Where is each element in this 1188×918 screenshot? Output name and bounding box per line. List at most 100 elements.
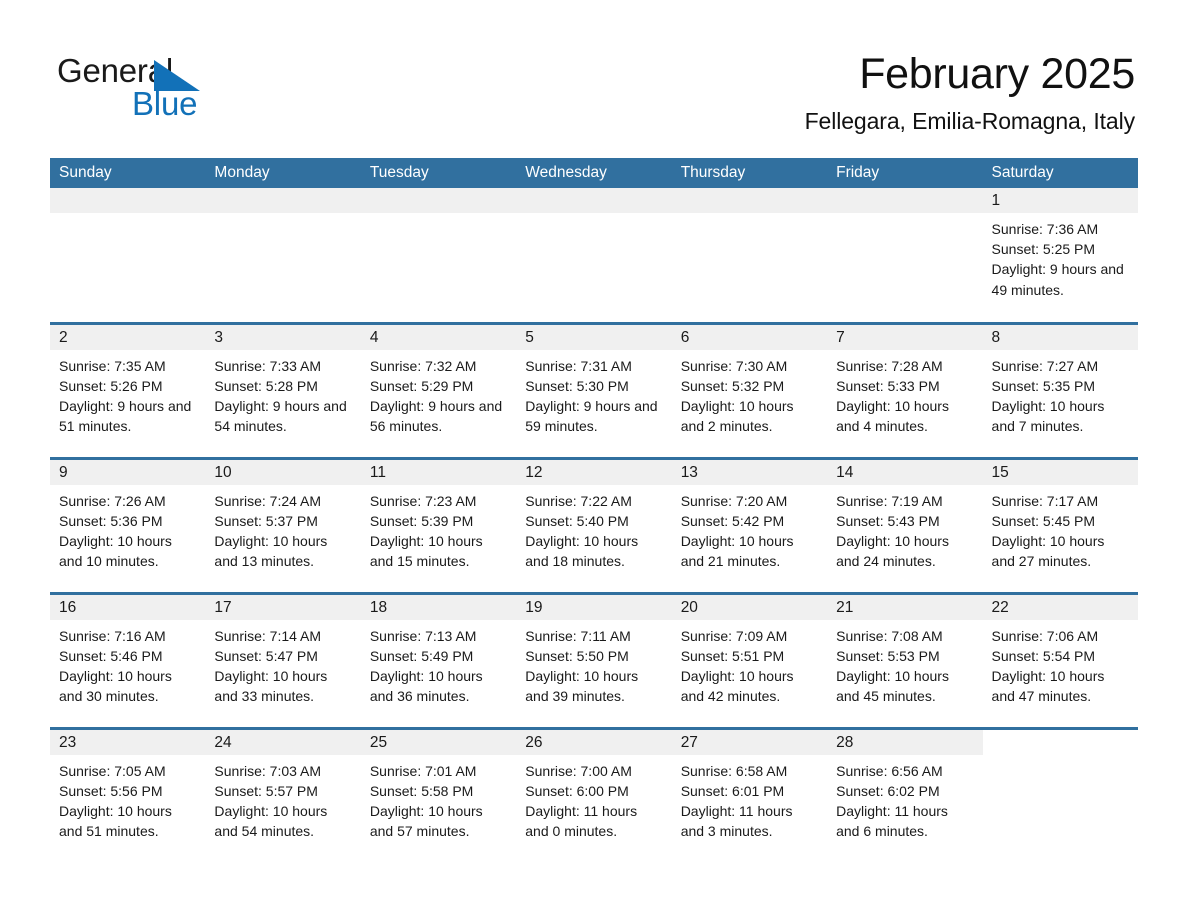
day-details: Sunrise: 7:08 AM Sunset: 5:53 PM Daylight:… — [827, 620, 982, 707]
daylight-text: Daylight: 10 hours and 57 minutes. — [369, 802, 483, 840]
sunrise-text: Sunrise: 7:13 AM — [369, 627, 477, 644]
day-details: Sunrise: 7:09 AM Sunset: 5:51 PM Daylight:… — [672, 620, 827, 707]
daylight-text: Daylight: 9 hours and 59 minutes. — [525, 397, 658, 435]
calendar-day-cell[interactable]: 7 Sunrise: 7:28 AM Sunset: 5:33 PM Daylight… — [827, 324, 983, 457]
sunrise-text: Sunrise: 7:09 AM — [680, 627, 788, 644]
day-number — [671, 188, 828, 213]
day-details: Sunrise: 7:13 AM Sunset: 5:49 PM Daylight:… — [361, 620, 516, 707]
day-number: 5 — [516, 324, 672, 350]
daylight-text: Daylight: 11 hours and 0 minutes. — [525, 802, 638, 840]
sunset-text: Sunset: 5:47 PM — [214, 647, 318, 664]
weekday-header-friday: Friday — [827, 158, 983, 188]
sunset-text: Sunset: 5:56 PM — [59, 782, 163, 799]
daylight-text: Daylight: 10 hours and 13 minutes. — [214, 532, 328, 570]
calendar-day-cell[interactable]: 18 Sunrise: 7:13 AM Sunset: 5:49 PM Dayligh… — [360, 594, 517, 727]
calendar-day-cell[interactable]: 23 Sunrise: 7:05 AM Sunset: 5:56 PM Dayligh… — [50, 729, 206, 864]
calendar-day-cell[interactable]: 2 Sunrise: 7:35 AM Sunset: 5:26 PM Daylight… — [50, 324, 206, 457]
day-details: Sunrise: 7:20 AM Sunset: 5:42 PM Daylight:… — [672, 485, 827, 572]
day-details: Sunrise: 7:17 AM Sunset: 5:45 PM Daylight:… — [983, 485, 1138, 572]
calendar-day-cell[interactable]: 5 Sunrise: 7:31 AM Sunset: 5:30 PM Daylight… — [516, 324, 672, 457]
calendar-day-cell[interactable]: 21 Sunrise: 7:08 AM Sunset: 5:53 PM Dayligh… — [827, 594, 983, 727]
calendar-day-cell[interactable]: 16 Sunrise: 7:16 AM Sunset: 5:46 PM Dayligh… — [50, 594, 206, 727]
calendar-day-cell[interactable]: 17 Sunrise: 7:14 AM Sunset: 5:47 PM Dayligh… — [205, 594, 361, 727]
day-details: Sunrise: 7:32 AM Sunset: 5:29 PM Daylight:… — [361, 350, 516, 437]
daylight-text: Daylight: 10 hours and 10 minutes. — [59, 532, 172, 570]
day-details: Sunrise: 7:06 AM Sunset: 5:54 PM Daylight:… — [983, 620, 1138, 707]
calendar-day-cell[interactable]: 19 Sunrise: 7:11 AM Sunset: 5:50 PM Dayligh… — [516, 594, 672, 727]
day-details: Sunrise: 7:33 AM Sunset: 5:28 PM Daylight:… — [205, 350, 360, 437]
day-details: Sunrise: 7:36 AM Sunset: 5:25 PM Daylight:… — [983, 213, 1138, 300]
calendar-day-cell[interactable]: 28 Sunrise: 6:56 AM Sunset: 6:02 PM Dayligh… — [827, 729, 983, 864]
daylight-text: Daylight: 9 hours and 49 minutes. — [991, 261, 1124, 298]
daylight-text: Daylight: 10 hours and 21 minutes. — [680, 532, 794, 570]
daylight-text: Daylight: 10 hours and 33 minutes. — [214, 667, 328, 705]
sunrise-text: Sunrise: 7:20 AM — [680, 492, 788, 509]
calendar-day-cell[interactable]: 15 Sunrise: 7:17 AM Sunset: 5:45 PM Dayligh… — [982, 459, 1138, 592]
day-number: 12 — [516, 459, 672, 485]
day-details: Sunrise: 7:28 AM Sunset: 5:33 PM Daylight:… — [827, 350, 982, 437]
day-number: 16 — [50, 594, 206, 620]
weekday-header-row: Sunday Monday Tuesday Wednesday Thursday… — [50, 158, 1138, 188]
calendar-day-cell[interactable]: 6 Sunrise: 7:30 AM Sunset: 5:32 PM Daylight… — [671, 324, 828, 457]
calendar-day-cell[interactable]: 12 Sunrise: 7:22 AM Sunset: 5:40 PM Dayligh… — [516, 459, 672, 592]
sunset-text: Sunset: 5:53 PM — [836, 647, 940, 664]
calendar-table: Sunday Monday Tuesday Wednesday Thursday… — [50, 158, 1138, 863]
sunrise-text: Sunrise: 7:06 AM — [991, 627, 1099, 644]
sunrise-text: Sunrise: 7:16 AM — [59, 627, 166, 644]
day-number: 7 — [827, 324, 983, 350]
calendar-day-cell[interactable]: 1 Sunrise: 7:36 AM Sunset: 5:25 PM Daylight… — [982, 188, 1138, 322]
calendar-day-cell[interactable]: 9 Sunrise: 7:26 AM Sunset: 5:36 PM Daylight… — [50, 459, 206, 592]
day-number: 18 — [360, 594, 517, 620]
day-number — [50, 188, 206, 213]
day-details: Sunrise: 6:58 AM Sunset: 6:01 PM Daylight:… — [672, 755, 827, 842]
sunrise-text: Sunrise: 7:11 AM — [525, 627, 631, 644]
day-details: Sunrise: 7:14 AM Sunset: 5:47 PM Daylight:… — [205, 620, 360, 707]
calendar-day-cell[interactable]: 4 Sunrise: 7:32 AM Sunset: 5:29 PM Daylight… — [360, 324, 517, 457]
daylight-text: Daylight: 10 hours and 54 minutes. — [214, 802, 328, 840]
day-number: 26 — [516, 729, 672, 755]
calendar-day-cell[interactable]: 11 Sunrise: 7:23 AM Sunset: 5:39 PM Dayligh… — [360, 459, 517, 592]
sunset-text: Sunset: 6:01 PM — [680, 782, 785, 799]
calendar-day-cell[interactable]: 25 Sunrise: 7:01 AM Sunset: 5:58 PM Dayligh… — [360, 729, 517, 864]
sunrise-text: Sunrise: 7:30 AM — [680, 357, 788, 374]
calendar-day-cell[interactable]: 26 Sunrise: 7:00 AM Sunset: 6:00 PM Dayligh… — [516, 729, 672, 864]
page-subtitle: Fellegara, Emilia-Romagna, Italy — [804, 108, 1136, 134]
day-details: Sunrise: 7:24 AM Sunset: 5:37 PM Daylight:… — [205, 485, 360, 572]
sunset-text: Sunset: 5:42 PM — [680, 512, 785, 529]
day-details: Sunrise: 7:30 AM Sunset: 5:32 PM Daylight:… — [672, 350, 827, 437]
daylight-text: Daylight: 10 hours and 27 minutes. — [991, 532, 1105, 570]
sunrise-text: Sunrise: 6:56 AM — [836, 762, 943, 779]
day-details: Sunrise: 7:00 AM Sunset: 6:00 PM Daylight:… — [516, 755, 671, 842]
calendar-day-cell[interactable]: 10 Sunrise: 7:24 AM Sunset: 5:37 PM Dayligh… — [205, 459, 361, 592]
sunrise-text: Sunrise: 7:28 AM — [836, 357, 943, 374]
calendar-week-row: 16 Sunrise: 7:16 AM Sunset: 5:46 PM Dayligh… — [50, 591, 1138, 728]
day-details: Sunrise: 6:56 AM Sunset: 6:02 PM Daylight:… — [827, 755, 982, 842]
calendar-day-cell-empty — [671, 188, 828, 322]
daylight-text: Daylight: 9 hours and 56 minutes. — [369, 397, 503, 435]
calendar-week-row: 9 Sunrise: 7:26 AM Sunset: 5:36 PM Daylight… — [50, 456, 1138, 593]
sunrise-text: Sunrise: 7:33 AM — [214, 357, 322, 374]
sunrise-text: Sunrise: 7:35 AM — [59, 357, 166, 374]
calendar-week-row: 23 Sunrise: 7:05 AM Sunset: 5:56 PM Dayligh… — [50, 726, 1138, 864]
calendar-day-cell[interactable]: 20 Sunrise: 7:09 AM Sunset: 5:51 PM Dayligh… — [671, 594, 828, 727]
day-number: 4 — [360, 324, 517, 350]
sunset-text: Sunset: 5:36 PM — [59, 512, 163, 529]
calendar-day-cell[interactable]: 13 Sunrise: 7:20 AM Sunset: 5:42 PM Dayligh… — [671, 459, 828, 592]
calendar-day-cell[interactable]: 8 Sunrise: 7:27 AM Sunset: 5:35 PM Daylight… — [982, 324, 1138, 457]
day-number: 2 — [50, 324, 206, 350]
daylight-text: Daylight: 9 hours and 54 minutes. — [214, 397, 347, 435]
sunrise-text: Sunrise: 7:22 AM — [525, 492, 632, 509]
calendar-day-cell-empty — [982, 729, 1138, 864]
calendar-day-cell[interactable]: 14 Sunrise: 7:19 AM Sunset: 5:43 PM Dayligh… — [827, 459, 983, 592]
daylight-text: Daylight: 10 hours and 45 minutes. — [836, 667, 949, 705]
calendar-day-cell[interactable]: 27 Sunrise: 6:58 AM Sunset: 6:01 PM Dayligh… — [671, 729, 828, 864]
sunset-text: Sunset: 5:37 PM — [214, 512, 318, 529]
calendar-day-cell[interactable]: 3 Sunrise: 7:33 AM Sunset: 5:28 PM Daylight… — [205, 324, 361, 457]
calendar-day-cell[interactable]: 24 Sunrise: 7:03 AM Sunset: 5:57 PM Dayligh… — [205, 729, 361, 864]
sunset-text: Sunset: 5:29 PM — [369, 377, 474, 394]
daylight-text: Daylight: 10 hours and 42 minutes. — [680, 667, 794, 705]
day-number: 8 — [982, 324, 1138, 350]
sunrise-text: Sunrise: 7:23 AM — [369, 492, 477, 509]
calendar-day-cell[interactable]: 22 Sunrise: 7:06 AM Sunset: 5:54 PM Dayligh… — [982, 594, 1138, 727]
sunset-text: Sunset: 5:49 PM — [369, 647, 474, 664]
